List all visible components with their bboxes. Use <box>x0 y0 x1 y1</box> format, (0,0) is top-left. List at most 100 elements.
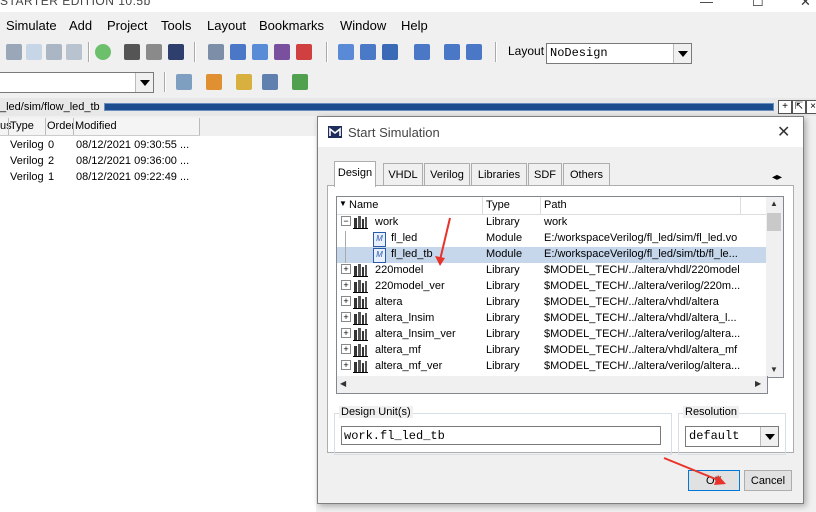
cancel-button[interactable]: Cancel <box>744 470 792 491</box>
find-binoculars-icon[interactable] <box>124 44 140 60</box>
scroll-thumb[interactable] <box>767 213 781 231</box>
expand-icon[interactable]: + <box>341 360 351 370</box>
column-divider[interactable] <box>540 197 541 214</box>
step-icon[interactable] <box>230 44 246 60</box>
dialog-title-bar[interactable]: Start Simulation ✕ <box>318 117 803 147</box>
run-all-icon[interactable] <box>444 44 460 60</box>
design-unit-input[interactable]: work.fl_led_tb <box>341 426 661 445</box>
maximize-icon[interactable]: ☐ <box>752 0 764 10</box>
tree-row-type: Library <box>486 264 520 276</box>
menu-window[interactable]: Window <box>340 18 386 33</box>
step-over-icon[interactable] <box>252 44 268 60</box>
tab-scroll-arrows-icon[interactable]: ◂▸ <box>772 172 782 183</box>
compile-all-icon[interactable] <box>206 74 222 90</box>
tab-libraries[interactable]: Libraries <box>471 163 527 186</box>
continue-icon[interactable] <box>382 44 398 60</box>
help-circle-icon[interactable] <box>95 44 111 60</box>
column-divider[interactable] <box>482 197 483 214</box>
menu-help[interactable]: Help <box>401 18 428 33</box>
tree-row[interactable]: Mfl_led_tb Module E:/workspaceVerilog/fl_l… <box>337 247 767 263</box>
pane-drag-handle[interactable] <box>104 103 774 111</box>
run-length-icon[interactable] <box>466 44 482 60</box>
column-divider[interactable] <box>8 118 9 135</box>
scroll-left-icon[interactable]: ◀ <box>340 379 346 388</box>
tree-vertical-scrollbar[interactable]: ▲ ▼ <box>766 196 784 378</box>
wave-edit-icon[interactable] <box>208 44 224 60</box>
tree-row[interactable]: +220model Library $MODEL_TECH/../altera/vh… <box>337 263 767 279</box>
column-type[interactable]: Type <box>10 120 34 132</box>
tree-row[interactable]: + altera Library $MODEL_TECH/../altera/vhdl… <box>337 295 767 311</box>
column-order[interactable]: Order <box>47 120 73 132</box>
scroll-up-icon[interactable]: ▲ <box>770 199 778 208</box>
chevron-down-icon[interactable] <box>760 427 778 446</box>
chevron-down-icon[interactable] <box>135 73 153 92</box>
chevron-down-icon[interactable] <box>673 44 691 63</box>
compile-icon[interactable] <box>176 74 192 90</box>
step-into-icon[interactable] <box>338 44 354 60</box>
tree-row[interactable]: + altera_lnsim_ver Library $MODEL_TECH/../a… <box>337 327 767 343</box>
library-icon[interactable] <box>262 74 278 90</box>
pane-title: _led/sim/flow_led_tb <box>0 101 100 113</box>
tab-design[interactable]: Design <box>334 161 376 187</box>
menu-bookmarks[interactable]: Bookmarks <box>259 18 324 33</box>
collapse-icon[interactable]: − <box>341 216 351 226</box>
close-icon[interactable]: ✕ <box>777 122 790 142</box>
minimize-icon[interactable]: — <box>700 0 713 9</box>
tree-row[interactable]: + altera_lnsim Library $MODEL_TECH/../alter… <box>337 311 767 327</box>
tab-others[interactable]: Others <box>563 163 610 186</box>
stop-icon[interactable] <box>296 44 312 60</box>
pane-add-icon[interactable]: + <box>778 100 792 114</box>
menu-project[interactable]: Project <box>107 18 147 33</box>
expand-icon[interactable]: + <box>341 264 351 274</box>
command-select[interactable] <box>0 72 154 93</box>
tree-row[interactable]: +220model_ver Library $MODEL_TECH/../alter… <box>337 279 767 295</box>
expand-icon[interactable]: + <box>341 344 351 354</box>
layout-select[interactable]: NoDesign <box>546 43 692 64</box>
tree-row[interactable]: Mfl_led Module E:/workspaceVerilog/fl_led/… <box>337 231 767 247</box>
tree-row[interactable]: − work Library work <box>337 215 767 231</box>
column-name[interactable]: Name <box>349 199 378 211</box>
column-divider[interactable] <box>45 118 46 135</box>
resolution-select[interactable]: default <box>685 426 779 447</box>
menu-layout[interactable]: Layout <box>207 18 246 33</box>
menu-tools[interactable]: Tools <box>161 18 191 33</box>
pane-close-icon[interactable]: × <box>806 100 816 114</box>
tree-row[interactable]: + altera_mf_ver Library $MODEL_TECH/../alte… <box>337 359 767 375</box>
tree-horizontal-scrollbar[interactable]: ◀ ▶ <box>336 376 768 394</box>
ok-button[interactable]: OK <box>688 470 740 491</box>
tab-vhdl[interactable]: VHDL <box>383 163 423 186</box>
column-type[interactable]: Type <box>486 199 510 211</box>
column-divider[interactable] <box>73 118 74 135</box>
scroll-down-icon[interactable]: ▼ <box>770 365 778 374</box>
close-window-icon[interactable]: ✕ <box>800 0 811 10</box>
toolbar-separator <box>495 42 497 62</box>
scroll-right-icon[interactable]: ▶ <box>755 379 761 388</box>
expand-icon[interactable]: + <box>341 312 351 322</box>
column-divider[interactable] <box>199 118 200 135</box>
column-divider[interactable] <box>740 197 741 214</box>
pane-undock-icon[interactable]: ⇱ <box>792 100 806 114</box>
tab-verilog[interactable]: Verilog <box>424 163 470 186</box>
restart-icon[interactable] <box>26 44 42 60</box>
menu-simulate[interactable]: Simulate <box>6 18 57 33</box>
tree-row[interactable]: + altera_mf Library $MODEL_TECH/../altera/v… <box>337 343 767 359</box>
redo-icon[interactable] <box>66 44 82 60</box>
structure-icon[interactable] <box>146 44 162 60</box>
expand-icon[interactable]: + <box>341 296 351 306</box>
layout-select-value: NoDesign <box>550 46 608 60</box>
undo-icon[interactable] <box>46 44 62 60</box>
column-modified[interactable]: Modified <box>75 120 117 132</box>
expand-icon[interactable]: + <box>341 280 351 290</box>
break-icon[interactable] <box>274 44 290 60</box>
tab-sdf[interactable]: SDF <box>528 163 562 186</box>
recompile-icon[interactable] <box>236 74 252 90</box>
sort-arrow-icon[interactable]: ▼ <box>339 199 347 208</box>
expand-icon[interactable]: + <box>341 328 351 338</box>
modelsim-logo-icon[interactable] <box>168 44 184 60</box>
column-path[interactable]: Path <box>544 199 567 211</box>
menu-add[interactable]: Add <box>69 18 92 33</box>
optimize-icon[interactable] <box>292 74 308 90</box>
step-out-icon[interactable] <box>360 44 376 60</box>
simulate-icon[interactable] <box>6 44 22 60</box>
run-icon[interactable] <box>414 44 430 60</box>
